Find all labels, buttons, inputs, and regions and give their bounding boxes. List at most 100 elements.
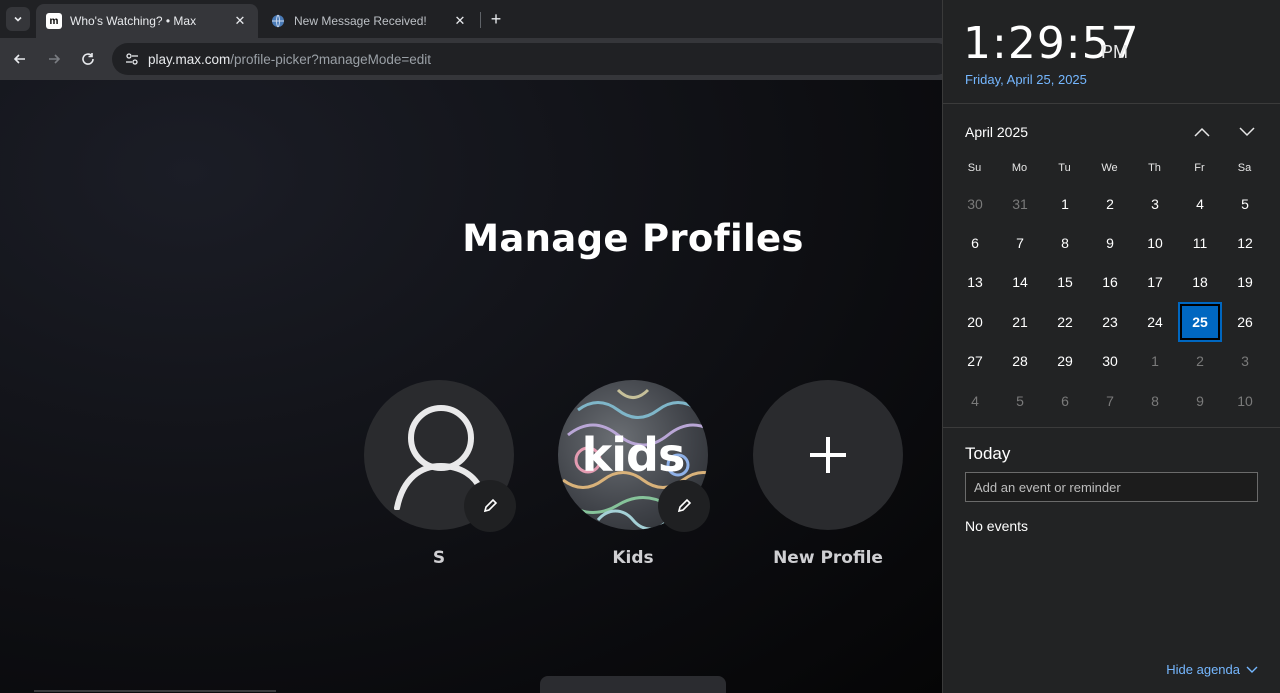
close-icon[interactable]: ✕ xyxy=(232,13,248,29)
browser-toolbar: play.max.com/profile-picker?manageMode=e… xyxy=(0,38,952,80)
calendar-day[interactable]: 6 xyxy=(1045,383,1085,419)
weekday-label: Th xyxy=(1148,162,1161,174)
month-label[interactable]: April 2025 xyxy=(965,124,1028,140)
address-bar[interactable]: play.max.com/profile-picker?manageMode=e… xyxy=(112,43,952,75)
calendar-day[interactable]: 4 xyxy=(1180,186,1220,222)
edit-profile-button[interactable] xyxy=(658,480,710,532)
new-tab-button[interactable]: + xyxy=(486,9,506,29)
calendar-day[interactable]: 2 xyxy=(1090,186,1130,222)
no-events-text: No events xyxy=(965,518,1029,534)
weekday-label: We xyxy=(1101,162,1118,174)
calendar-day[interactable]: 30 xyxy=(955,186,995,222)
clock-ampm: PM xyxy=(1101,42,1128,62)
tab-strip: m Who's Watching? • Max ✕ New Message Re… xyxy=(0,0,942,38)
calendar-day[interactable]: 10 xyxy=(1225,383,1265,419)
weekday-label: Sa xyxy=(1237,162,1252,174)
chevron-down-icon xyxy=(14,16,22,22)
page-title: Manage Profiles xyxy=(462,217,804,260)
calendar-day[interactable]: 17 xyxy=(1135,264,1175,300)
progress-line xyxy=(34,690,276,692)
calendar-day[interactable]: 8 xyxy=(1135,383,1175,419)
calendar-day[interactable]: 15 xyxy=(1045,264,1085,300)
calendar-day[interactable]: 31 xyxy=(1000,186,1040,222)
forward-button[interactable] xyxy=(42,47,66,71)
chevron-up-icon xyxy=(1194,127,1210,137)
calendar-day[interactable]: 21 xyxy=(1000,304,1040,340)
divider xyxy=(943,427,1280,428)
calendar-day[interactable]: 2 xyxy=(1180,343,1220,379)
chevron-down-icon xyxy=(1246,666,1258,673)
calendar-day[interactable]: 9 xyxy=(1180,383,1220,419)
tab-new-message[interactable]: New Message Received! ✕ xyxy=(260,4,478,38)
reload-icon xyxy=(82,53,94,65)
calendar-day[interactable]: 22 xyxy=(1045,304,1085,340)
calendar-day[interactable]: 27 xyxy=(955,343,995,379)
kids-avatar-text: kids xyxy=(581,428,686,482)
calendar-day[interactable]: 3 xyxy=(1225,343,1265,379)
avatar[interactable] xyxy=(753,380,903,530)
divider xyxy=(943,103,1280,104)
tab-separator xyxy=(480,12,481,28)
reload-button[interactable] xyxy=(76,47,100,71)
calendar-day[interactable]: 1 xyxy=(1135,343,1175,379)
tab-search-button[interactable] xyxy=(6,7,30,31)
close-icon[interactable]: ✕ xyxy=(452,13,468,29)
globe-icon xyxy=(270,13,286,29)
arrow-right-icon xyxy=(49,54,61,64)
profile-kids[interactable]: kids Kids xyxy=(558,380,710,568)
url-text: play.max.com/profile-picker?manageMode=e… xyxy=(148,52,431,67)
profile-name: New Profile xyxy=(773,548,883,568)
avatar[interactable]: kids xyxy=(558,380,710,532)
edit-profile-button[interactable] xyxy=(464,480,516,532)
calendar-day[interactable]: 18 xyxy=(1180,264,1220,300)
calendar-day[interactable]: 5 xyxy=(1000,383,1040,419)
avatar[interactable] xyxy=(364,380,516,532)
calendar-day-today[interactable]: 25 xyxy=(1178,302,1222,342)
calendar-day[interactable]: 3 xyxy=(1135,186,1175,222)
next-month-button[interactable] xyxy=(1235,121,1259,143)
new-profile-button[interactable]: New Profile xyxy=(753,380,903,568)
calendar-day[interactable]: 10 xyxy=(1135,225,1175,261)
event-input[interactable] xyxy=(965,472,1258,502)
calendar-day[interactable]: 7 xyxy=(1000,225,1040,261)
calendar-day[interactable]: 13 xyxy=(955,264,995,300)
arrow-left-icon xyxy=(13,54,25,64)
calendar-day[interactable]: 30 xyxy=(1090,343,1130,379)
calendar-day[interactable]: 12 xyxy=(1225,225,1265,261)
calendar-day[interactable]: 20 xyxy=(955,304,995,340)
calendar-day[interactable]: 16 xyxy=(1090,264,1130,300)
tab-title: Who's Watching? • Max xyxy=(70,14,197,28)
calendar-day[interactable]: 23 xyxy=(1090,304,1130,340)
previous-month-button[interactable] xyxy=(1190,121,1214,143)
profile-s[interactable]: S xyxy=(364,380,516,568)
url-path: /profile-picker?manageMode=edit xyxy=(230,51,432,67)
weekday-label: Mo xyxy=(1011,162,1028,174)
calendar-day[interactable]: 19 xyxy=(1225,264,1265,300)
weekday-label: Fr xyxy=(1194,162,1205,174)
calendar-day[interactable]: 8 xyxy=(1045,225,1085,261)
profile-name: S xyxy=(432,548,446,568)
bottom-handle xyxy=(540,676,726,693)
chevron-down-icon xyxy=(1239,127,1255,137)
calendar-day[interactable]: 24 xyxy=(1135,304,1175,340)
back-button[interactable] xyxy=(8,47,32,71)
calendar-day[interactable]: 6 xyxy=(955,225,995,261)
calendar-day[interactable]: 28 xyxy=(1000,343,1040,379)
calendar-day[interactable]: 26 xyxy=(1225,304,1265,340)
tab-whos-watching[interactable]: m Who's Watching? • Max ✕ xyxy=(36,4,258,38)
calendar-day[interactable]: 11 xyxy=(1180,225,1220,261)
calendar-day[interactable]: 29 xyxy=(1045,343,1085,379)
clock-date[interactable]: Friday, April 25, 2025 xyxy=(965,72,1087,87)
hide-agenda-label: Hide agenda xyxy=(1166,662,1240,677)
calendar-day[interactable]: 7 xyxy=(1090,383,1130,419)
hide-agenda-button[interactable]: Hide agenda xyxy=(1166,662,1258,677)
page-content: Manage Profiles S kids Kids New Profile xyxy=(0,80,942,693)
url-host: play.max.com xyxy=(148,51,231,67)
tab-title: New Message Received! xyxy=(294,14,427,28)
calendar-day[interactable]: 5 xyxy=(1225,186,1265,222)
site-info-icon[interactable] xyxy=(122,49,142,69)
calendar-day[interactable]: 4 xyxy=(955,383,995,419)
calendar-day[interactable]: 1 xyxy=(1045,186,1085,222)
calendar-day[interactable]: 9 xyxy=(1090,225,1130,261)
calendar-day[interactable]: 14 xyxy=(1000,264,1040,300)
